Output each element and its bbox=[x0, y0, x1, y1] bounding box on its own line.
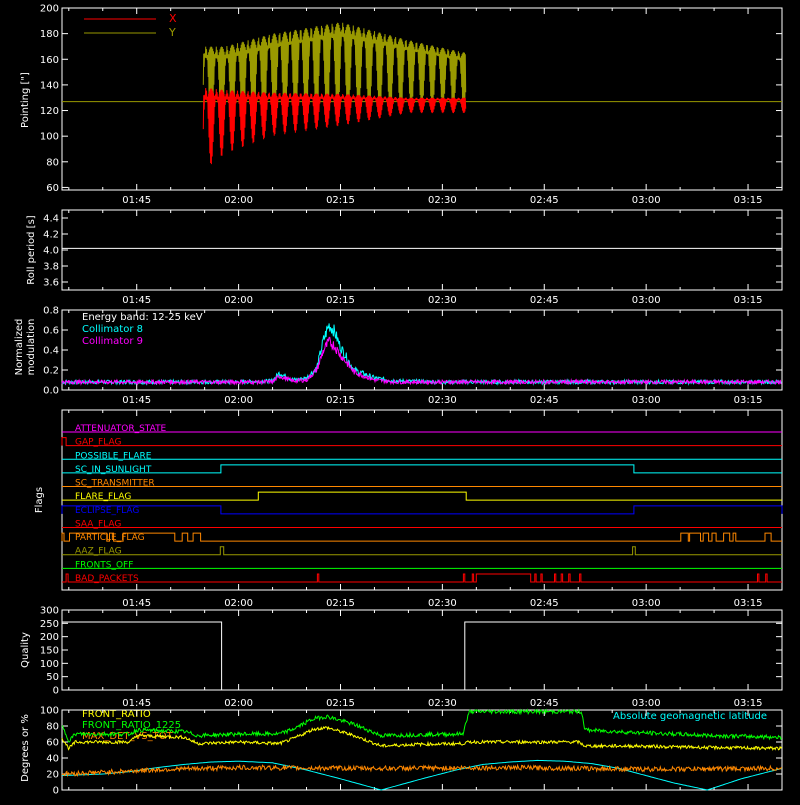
pointing-x-tick-label: 03:15 bbox=[734, 195, 763, 206]
modulation-x-tick-label: 02:30 bbox=[428, 395, 457, 406]
pointing-x-tick-label: 02:00 bbox=[224, 195, 253, 206]
flag-label-eclipse-flag: ECLIPSE_FLAG bbox=[75, 506, 139, 516]
flags-x-tick-label: 02:45 bbox=[530, 598, 559, 609]
ratios-y-tick-label: 0 bbox=[53, 786, 59, 797]
flags-x-tick-label: 02:00 bbox=[224, 598, 253, 609]
ratios-y-tick-label: 60 bbox=[46, 738, 59, 749]
pointing-x-tick-label: 02:45 bbox=[530, 195, 559, 206]
roll-y-tick-label: 4.0 bbox=[43, 246, 59, 257]
modulation-y-tick-label: 0.8 bbox=[43, 306, 59, 317]
pointing-y-tick-label: 140 bbox=[40, 80, 59, 91]
roll-y-tick-label: 4.4 bbox=[43, 214, 59, 225]
ratios-y-tick-label: 80 bbox=[46, 722, 59, 733]
modulation-ylabel-line-2: modulation bbox=[26, 319, 37, 376]
quality-x-tick-label: 02:45 bbox=[530, 698, 559, 709]
modulation-y-tick-label: 0.4 bbox=[43, 346, 59, 357]
modulation-y-tick-label: 0.0 bbox=[43, 386, 59, 397]
flags-x-tick-label: 03:15 bbox=[734, 598, 763, 609]
quality-x-tick-label: 02:00 bbox=[224, 698, 253, 709]
quality-y-tick-label: 0 bbox=[53, 686, 59, 697]
roll-y-tick-label: 3.8 bbox=[43, 262, 59, 273]
modulation-x-tick-label: 02:15 bbox=[326, 395, 355, 406]
roll-y-tick-label: 4.2 bbox=[43, 230, 59, 241]
flags-x-tick-label: 03:00 bbox=[632, 598, 661, 609]
quality-y-tick-label: 250 bbox=[40, 619, 59, 630]
ratios-legend-front-ratio: FRONT_RATIO bbox=[82, 709, 151, 720]
quality-ylabel: Quality bbox=[20, 632, 31, 668]
modulation-legend-title: Energy band: 12-25 keV bbox=[82, 312, 203, 323]
pointing-legend-y-label: Y bbox=[168, 26, 176, 39]
pointing-y-tick-label: 80 bbox=[46, 157, 59, 168]
ratios-ylabel: Degrees or % bbox=[20, 714, 31, 782]
pointing-y-tick-label: 60 bbox=[46, 183, 59, 194]
modulation-x-tick-label: 02:00 bbox=[224, 395, 253, 406]
pointing-legend-x-label: X bbox=[169, 12, 177, 25]
roll-x-tick-label: 02:00 bbox=[224, 295, 253, 306]
pointing-x-tick-label: 02:15 bbox=[326, 195, 355, 206]
quality-x-tick-label: 02:30 bbox=[428, 698, 457, 709]
ratios-latitude-annotation: Absolute geomagnetic latitude bbox=[613, 711, 767, 722]
pointing-y-tick-label: 120 bbox=[40, 106, 59, 117]
quality-y-tick-label: 100 bbox=[40, 659, 59, 670]
roll-x-tick-label: 01:45 bbox=[122, 295, 151, 306]
pointing-x-tick-label: 02:30 bbox=[428, 195, 457, 206]
ratios-y-tick-label: 20 bbox=[46, 770, 59, 781]
ratios-y-tick-label: 40 bbox=[46, 754, 59, 765]
rhessi-observing-summary: Pointing ["] X Y 01:45 02:00 02:15 02:30 02:… bbox=[0, 0, 800, 800]
pointing-x-tick-label: 03:00 bbox=[632, 195, 661, 206]
flags-x-tick-label: 02:15 bbox=[326, 598, 355, 609]
modulation-y-tick-label: 0.6 bbox=[43, 326, 59, 337]
quality-x-tick-label: 01:45 bbox=[122, 698, 151, 709]
ratios-y-tick-label: 100 bbox=[40, 706, 59, 717]
quality-y-tick-label: 50 bbox=[46, 672, 59, 683]
ratios-legend-front-ratio-1225: FRONT_RATIO_1225 bbox=[82, 720, 181, 731]
modulation-x-tick-label: 02:45 bbox=[530, 395, 559, 406]
roll-x-tick-label: 02:45 bbox=[530, 295, 559, 306]
pointing-y-tick-label: 180 bbox=[40, 29, 59, 40]
pointing-y-tick-label: 160 bbox=[40, 55, 59, 66]
modulation-x-tick-label: 01:45 bbox=[122, 395, 151, 406]
quality-y-tick-label: 200 bbox=[40, 632, 59, 643]
pointing-y-tick-label: 200 bbox=[40, 4, 59, 15]
roll-y-tick-label: 3.6 bbox=[43, 278, 59, 289]
roll-x-tick-label: 02:30 bbox=[428, 295, 457, 306]
pointing-ylabel: Pointing ["] bbox=[20, 72, 31, 128]
flags-x-tick-label: 02:30 bbox=[428, 598, 457, 609]
pointing-y-tick-label: 100 bbox=[40, 132, 59, 143]
flags-ylabel: Flags bbox=[34, 487, 45, 513]
quality-x-tick-label: 03:00 bbox=[632, 698, 661, 709]
roll-x-tick-label: 03:00 bbox=[632, 295, 661, 306]
modulation-legend-collimator-8: Collimator 8 bbox=[82, 324, 143, 335]
quality-y-tick-label: 300 bbox=[40, 606, 59, 617]
quality-x-tick-label: 02:15 bbox=[326, 698, 355, 709]
flags-x-tick-label: 01:45 bbox=[122, 598, 151, 609]
modulation-x-tick-label: 03:00 bbox=[632, 395, 661, 406]
quality-x-tick-label: 03:15 bbox=[734, 698, 763, 709]
roll-x-tick-label: 03:15 bbox=[734, 295, 763, 306]
quality-y-tick-label: 150 bbox=[40, 646, 59, 657]
roll-x-tick-label: 02:15 bbox=[326, 295, 355, 306]
modulation-legend-collimator-9: Collimator 9 bbox=[82, 336, 143, 347]
pointing-x-tick-label: 01:45 bbox=[122, 195, 151, 206]
modulation-x-tick-label: 03:15 bbox=[734, 395, 763, 406]
modulation-y-tick-label: 0.2 bbox=[43, 366, 59, 377]
modulation-ylabel-line-1: Normalized bbox=[14, 319, 25, 376]
summary-plot-svg: Pointing ["] X Y 01:45 02:00 02:15 02:30 02:… bbox=[0, 0, 800, 800]
roll-ylabel: Roll period [s] bbox=[26, 215, 37, 284]
